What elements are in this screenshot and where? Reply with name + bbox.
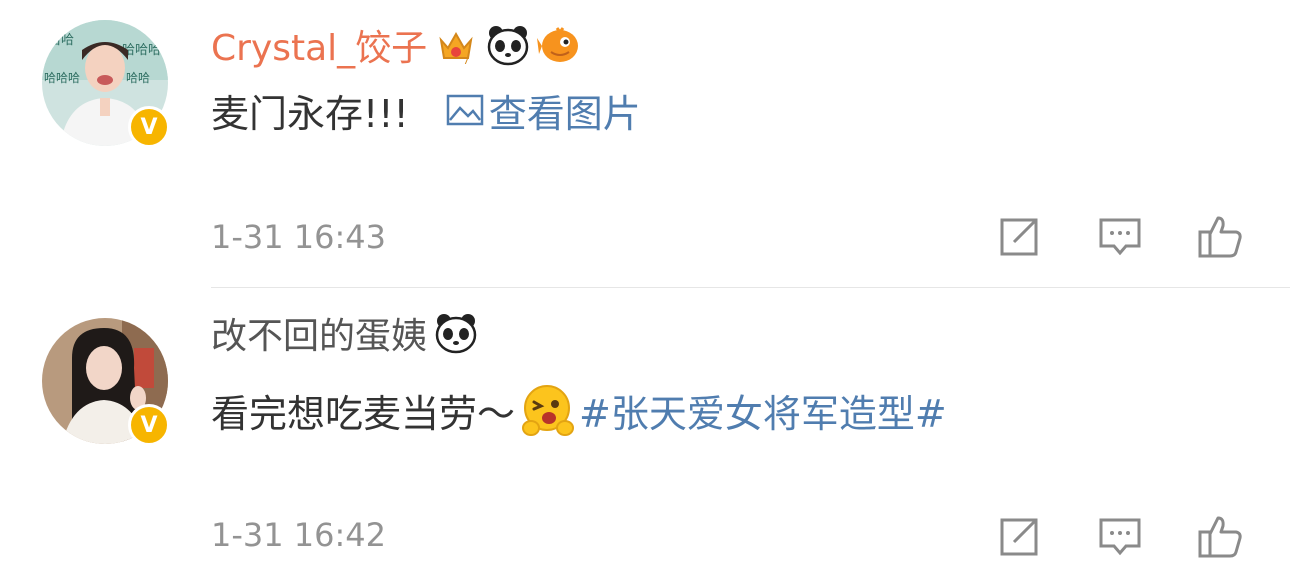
fish-icon[interactable] — [537, 22, 583, 68]
crown-vip-icon[interactable]: 7 — [433, 22, 479, 68]
comment-icon — [1099, 518, 1141, 556]
username-row: Crystal_饺子 7 — [211, 20, 583, 70]
svg-text:7: 7 — [463, 56, 469, 67]
view-image-link[interactable]: 查看图片 — [445, 83, 641, 138]
svg-text:哈哈: 哈哈 — [48, 33, 74, 48]
comment-time: 1-31 16:42 — [211, 516, 387, 554]
comment-time: 1-31 16:43 — [211, 218, 387, 256]
comment-button[interactable] — [1096, 212, 1144, 260]
wink-emoji-icon — [519, 382, 575, 438]
comment-actions — [990, 512, 1250, 562]
avatar[interactable]: 哈哈 哈哈哈 哈哈哈 哈哈 V — [42, 20, 170, 148]
like-icon — [1198, 516, 1242, 558]
share-button[interactable] — [996, 512, 1044, 560]
verified-badge: V — [128, 106, 170, 148]
comment-button[interactable] — [1096, 512, 1144, 560]
avatar[interactable]: V — [42, 318, 170, 446]
comment-item: V 改不回的蛋姨 看完想吃麦当劳～ #张天爱女将军造型# 1-31 16:42 — [0, 288, 1290, 579]
share-icon — [1000, 218, 1038, 256]
like-icon — [1198, 216, 1242, 258]
panda-icon[interactable] — [433, 310, 479, 356]
svg-text:哈哈哈: 哈哈哈 — [44, 71, 80, 85]
comment-text: 麦门永存!!! — [211, 91, 409, 136]
comment-actions — [990, 212, 1250, 262]
username[interactable]: 改不回的蛋姨 — [211, 307, 427, 359]
comment-icon — [1099, 218, 1141, 256]
comment-text-row: 看完想吃麦当劳～ #张天爱女将军造型# — [211, 382, 947, 438]
comment-text: 看完想吃麦当劳～ — [211, 391, 516, 436]
comment-text-row: 麦门永存!!! 查看图片 — [211, 82, 641, 138]
view-image-label: 查看图片 — [488, 91, 641, 136]
verified-badge: V — [128, 404, 170, 446]
like-button[interactable] — [1196, 212, 1244, 260]
panda-icon[interactable] — [485, 22, 531, 68]
username-row: 改不回的蛋姨 — [211, 308, 479, 358]
topic-link[interactable]: #张天爱女将军造型# — [579, 383, 947, 438]
comment-item: 哈哈 哈哈哈 哈哈哈 哈哈 V Crystal_饺子 7 麦门永存!!! 查看图… — [0, 0, 1290, 288]
image-icon — [446, 94, 483, 126]
share-icon — [1000, 518, 1038, 556]
svg-text:哈哈: 哈哈 — [126, 71, 150, 85]
share-button[interactable] — [996, 212, 1044, 260]
like-button[interactable] — [1196, 512, 1244, 560]
username[interactable]: Crystal_饺子 — [211, 19, 427, 71]
